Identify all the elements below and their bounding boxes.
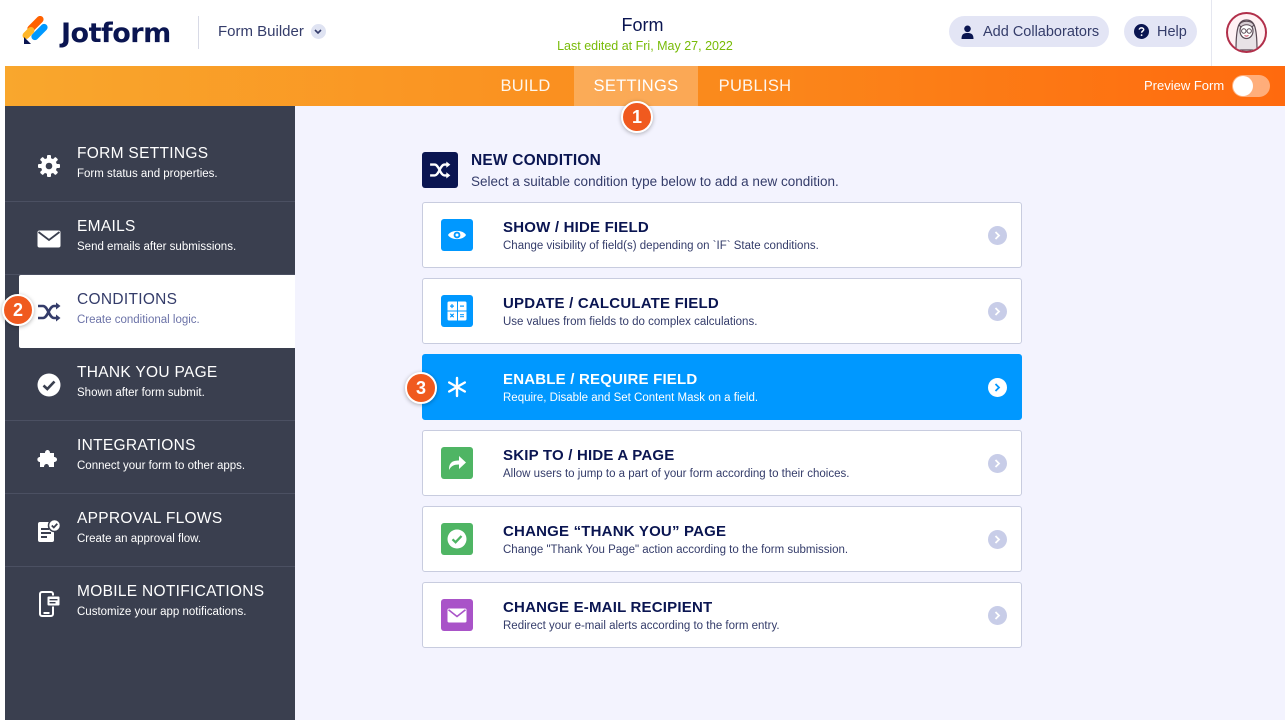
step-badge-3: 3 <box>405 372 437 404</box>
skip-arrow-icon <box>441 447 473 479</box>
sidebar-item-desc: Create conditional logic. <box>77 314 200 326</box>
gear-icon <box>36 153 62 179</box>
add-collaborators-button[interactable]: Add Collaborators <box>949 16 1109 47</box>
option-desc: Require, Disable and Set Content Mask on… <box>503 392 759 404</box>
new-condition-desc: Select a suitable condition type below t… <box>471 174 839 189</box>
approval-icon <box>36 518 62 544</box>
option-desc: Redirect your e-mail alerts according to… <box>503 620 780 632</box>
sidebar-item-conditions[interactable]: CONDITIONS Create conditional logic. <box>19 275 296 348</box>
new-condition-title: NEW CONDITION <box>471 152 602 169</box>
sidebar-item-emails[interactable]: EMAILS Send emails after submissions. <box>5 202 295 275</box>
sidebar-item-desc: Shown after form submit. <box>77 387 205 399</box>
sidebar-item-title: THANK YOU PAGE <box>77 364 218 381</box>
sidebar-item-desc: Send emails after submissions. <box>77 241 237 253</box>
option-title: CHANGE “THANK YOU” PAGE <box>503 523 727 540</box>
tab-publish[interactable]: PUBLISH <box>705 66 805 106</box>
sidebar-item-integrations[interactable]: INTEGRATIONS Connect your form to other … <box>5 421 295 494</box>
help-button[interactable]: Help <box>1124 16 1197 47</box>
condition-option-change-email-recipient[interactable]: CHANGE E-MAIL RECIPIENT Redirect your e-… <box>422 582 1022 648</box>
chevron-right-icon <box>988 302 1007 321</box>
asterisk-icon <box>441 371 473 403</box>
chevron-right-icon <box>988 378 1007 397</box>
top-header: Jotform Form Builder Form Last edited at… <box>0 0 1285 66</box>
step-badge-1: 1 <box>621 101 653 133</box>
option-desc: Change "Thank You Page" action according… <box>503 544 849 556</box>
chevron-right-icon <box>988 606 1007 625</box>
tab-build[interactable]: BUILD <box>485 66 566 106</box>
sidebar-item-title: INTEGRATIONS <box>77 437 196 454</box>
help-icon <box>1134 24 1149 39</box>
option-title: SKIP TO / HIDE A PAGE <box>503 447 675 464</box>
sidebar-item-title: EMAILS <box>77 218 136 235</box>
user-icon <box>961 25 974 39</box>
help-label: Help <box>1157 23 1187 40</box>
preview-form-label: Preview Form <box>1144 78 1225 93</box>
sidebar-item-desc: Create an approval flow. <box>77 533 202 545</box>
chevron-right-icon <box>988 454 1007 473</box>
condition-option-update-calculate-field[interactable]: UPDATE / CALCULATE FIELD Use values from… <box>422 278 1022 344</box>
check-circle-icon <box>441 523 473 555</box>
option-title: SHOW / HIDE FIELD <box>503 219 649 236</box>
option-desc: Change visibility of field(s) depending … <box>503 240 819 252</box>
sidebar-item-mobile-notifications[interactable]: MOBILE NOTIFICATIONS Customize your app … <box>5 567 295 640</box>
option-title: UPDATE / CALCULATE FIELD <box>503 295 719 312</box>
option-desc: Allow users to jump to a part of your fo… <box>503 468 850 480</box>
sidebar-item-form-settings[interactable]: FORM SETTINGS Form status and properties… <box>5 129 295 202</box>
chevron-down-icon <box>310 24 326 39</box>
calculator-icon <box>441 295 473 327</box>
sidebar-item-thank-you-page[interactable]: THANK YOU PAGE Shown after form submit. <box>5 348 295 421</box>
tab-settings[interactable]: SETTINGS <box>574 66 698 106</box>
preview-form-toggle[interactable] <box>1232 75 1270 97</box>
sidebar-item-title: MOBILE NOTIFICATIONS <box>77 583 265 600</box>
mobile-icon <box>36 591 62 617</box>
eye-icon <box>441 219 473 251</box>
envelope-icon <box>36 226 62 252</box>
avatar[interactable] <box>1226 12 1267 53</box>
sidebar-item-desc: Connect your form to other apps. <box>77 460 246 472</box>
form-builder-dropdown[interactable]: Form Builder <box>218 23 326 40</box>
option-desc: Use values from fields to do complex cal… <box>503 316 758 328</box>
builder-nav-bar: BUILD SETTINGS PUBLISH Preview Form <box>5 66 1285 106</box>
sidebar-item-desc: Customize your app notifications. <box>77 606 247 618</box>
condition-option-skip-hide-page[interactable]: SKIP TO / HIDE A PAGE Allow users to jum… <box>422 430 1022 496</box>
sidebar-item-title: FORM SETTINGS <box>77 145 209 162</box>
sidebar-item-title: APPROVAL FLOWS <box>77 510 223 527</box>
sidebar-item-approval-flows[interactable]: APPROVAL FLOWS Create an approval flow. <box>5 494 295 567</box>
puzzle-icon <box>36 445 62 471</box>
condition-option-show-hide-field[interactable]: SHOW / HIDE FIELD Change visibility of f… <box>422 202 1022 268</box>
chevron-right-icon <box>988 226 1007 245</box>
add-collaborators-label: Add Collaborators <box>983 23 1100 40</box>
header-divider-right <box>1211 0 1212 66</box>
envelope-icon <box>441 599 473 631</box>
shuffle-icon <box>422 152 458 188</box>
shuffle-icon <box>36 299 62 325</box>
check-circle-icon <box>36 372 62 398</box>
sidebar-item-title: CONDITIONS <box>77 291 178 308</box>
form-builder-label: Form Builder <box>218 23 304 40</box>
settings-sidebar: FORM SETTINGS Form status and properties… <box>5 106 296 720</box>
condition-option-change-thank-you-page[interactable]: CHANGE “THANK YOU” PAGE Change "Thank Yo… <box>422 506 1022 572</box>
condition-option-enable-require-field[interactable]: ENABLE / REQUIRE FIELD Require, Disable … <box>422 354 1022 420</box>
chevron-right-icon <box>988 530 1007 549</box>
option-title: ENABLE / REQUIRE FIELD <box>503 371 698 388</box>
toggle-knob <box>1233 76 1253 96</box>
option-title: CHANGE E-MAIL RECIPIENT <box>503 599 713 616</box>
step-badge-2: 2 <box>2 294 34 326</box>
sidebar-item-desc: Form status and properties. <box>77 168 218 180</box>
